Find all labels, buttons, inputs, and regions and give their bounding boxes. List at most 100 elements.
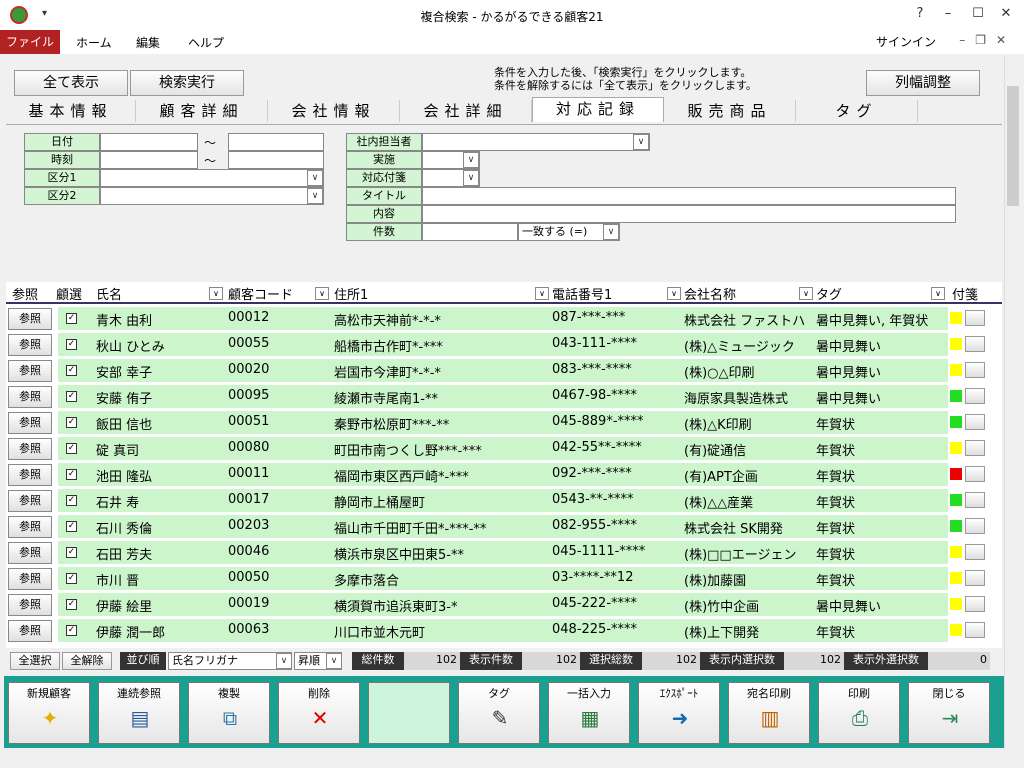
chevron-down-icon[interactable]: ∨ [209,287,223,300]
tab-company-detail[interactable]: 会社詳細 [400,100,532,122]
horizontal-scrollbar[interactable] [0,748,1004,766]
row-checkbox[interactable]: ✓ [66,495,77,506]
chevron-down-icon[interactable]: ∨ [931,287,945,300]
deselect-all-button[interactable]: 全解除 [62,652,112,670]
table-row[interactable]: 参照 ✓ 安藤 侑子 00095 綾瀬市寺尾南1-** 0467-98-**** 海原家具製… [6,384,1002,410]
sticky-button[interactable] [965,466,985,482]
row-checkbox[interactable]: ✓ [66,625,77,636]
ref-button[interactable]: 参照 [8,308,52,330]
column-width-button[interactable]: 列幅調整 [866,70,980,96]
col-code[interactable]: 顧客コード [228,284,293,303]
table-row[interactable]: 参照 ✓ 石川 秀倫 00203 福山市千田町千田*-***-** 082-955-***… [6,514,1002,540]
row-checkbox[interactable]: ✓ [66,313,77,324]
sort-field-select[interactable]: 氏名フリガナ [168,652,292,670]
col-address[interactable]: 住所1 [334,284,368,303]
tab-edit[interactable]: 編集 [136,34,160,51]
chevron-down-icon[interactable]: ∨ [315,287,329,300]
chevron-down-icon[interactable]: ∨ [463,152,479,168]
row-checkbox[interactable]: ✓ [66,339,77,350]
table-row[interactable]: 参照 ✓ 秋山 ひとみ 00055 船橋市古作町*-*** 043-111-**** (株)… [6,332,1002,358]
maximize-button[interactable]: ☐ [968,6,988,21]
table-row[interactable]: 参照 ✓ 伊藤 潤一郎 00063 川口市並木元町 048-225-**** (株)上下開発… [6,618,1002,644]
ref-button[interactable]: 参照 [8,542,52,564]
ref-button[interactable]: 参照 [8,464,52,486]
count-input[interactable] [422,223,518,241]
search-button[interactable]: 検索実行 [130,70,244,96]
table-row[interactable]: 参照 ✓ 伊藤 絵里 00019 横須賀市追浜東町3-* 045-222-**** (株)竹… [6,592,1002,618]
ref-button[interactable]: 参照 [8,516,52,538]
ref-button[interactable]: 参照 [8,438,52,460]
table-row[interactable]: 参照 ✓ 青木 由利 00012 高松市天神前*-*-* 087-***-*** 株式会社 … [6,306,1002,332]
tab-basic-info[interactable]: 基本情報 [6,100,136,122]
table-row[interactable]: 参照 ✓ 安部 幸子 00020 岩国市今津町*-*-* 083-***-**** (株)○… [6,358,1002,384]
table-row[interactable]: 参照 ✓ 池田 隆弘 00011 福岡市東区西戸崎*-*** 092-***-**** (有… [6,462,1002,488]
sticky-button[interactable] [965,440,985,456]
sticky-button[interactable] [965,388,985,404]
close-window-button[interactable]: 閉じる ⇥ [908,682,990,744]
row-checkbox[interactable]: ✓ [66,391,77,402]
chevron-down-icon[interactable]: ∨ [307,170,323,186]
tab-correspondence[interactable]: 対応記録 [532,97,664,122]
row-checkbox[interactable]: ✓ [66,469,77,480]
bulk-input-button[interactable]: 一括入力 ▦ [548,682,630,744]
sticky-button[interactable] [965,544,985,560]
ribbon-window-icons[interactable]: –❐✕ [959,33,1016,47]
tab-file[interactable]: ファイル [0,30,60,54]
time-to-input[interactable] [228,151,324,169]
row-checkbox[interactable]: ✓ [66,573,77,584]
content-input[interactable] [422,205,956,223]
table-row[interactable]: 参照 ✓ 飯田 信也 00051 秦野市松原町***-** 045-889*-**** (株… [6,410,1002,436]
col-tag[interactable]: タグ [816,284,842,303]
sticky-button[interactable] [965,362,985,378]
delete-button[interactable]: 削除 ✕ [278,682,360,744]
show-all-button[interactable]: 全て表示 [14,70,128,96]
duplicate-button[interactable]: 複製 ⧉ [188,682,270,744]
sticky-button[interactable] [965,336,985,352]
row-checkbox[interactable]: ✓ [66,417,77,428]
ref-button[interactable]: 参照 [8,490,52,512]
title-input[interactable] [422,187,956,205]
ref-button[interactable]: 参照 [8,412,52,434]
col-phone[interactable]: 電話番号1 [552,284,612,303]
chevron-down-icon[interactable]: ∨ [326,653,342,669]
row-checkbox[interactable]: ✓ [66,443,77,454]
kubun2-select[interactable] [100,187,324,205]
ref-button[interactable]: 参照 [8,620,52,642]
row-checkbox[interactable]: ✓ [66,547,77,558]
table-row[interactable]: 参照 ✓ 石田 芳夫 00046 横浜市泉区中田東5-** 045-1111-**** (株… [6,540,1002,566]
row-checkbox[interactable]: ✓ [66,599,77,610]
ref-button[interactable]: 参照 [8,360,52,382]
ref-button[interactable]: 参照 [8,568,52,590]
tab-help[interactable]: ヘルプ [188,34,224,51]
ref-button[interactable]: 参照 [8,334,52,356]
table-row[interactable]: 参照 ✓ 石井 寿 00017 静岡市上桶屋町 0543-**-**** (株)△△産業 年賀… [6,488,1002,514]
sticky-button[interactable] [965,596,985,612]
tab-tags[interactable]: タグ [796,100,918,122]
chevron-down-icon[interactable]: ∨ [307,188,323,204]
chevron-down-icon[interactable]: ∨ [799,287,813,300]
select-all-button[interactable]: 全選択 [10,652,60,670]
table-row[interactable]: 参照 ✓ 市川 晋 00050 多摩市落合 03-****-**12 (株)加藤園 年賀状 [6,566,1002,592]
sticky-button[interactable] [965,518,985,534]
sticky-button[interactable] [965,492,985,508]
export-button[interactable]: ｴｸｽﾎﾟｰﾄ ➜ [638,682,720,744]
close-button[interactable]: ✕ [996,6,1016,21]
minimize-button[interactable]: – [938,6,958,21]
scroll-thumb[interactable] [1007,86,1019,206]
col-name[interactable]: 氏名 [96,284,122,303]
tab-home[interactable]: ホーム [76,34,112,51]
sticky-button[interactable] [965,310,985,326]
ref-button[interactable]: 参照 [8,594,52,616]
signin-link[interactable]: サインイン [876,33,936,50]
chevron-down-icon[interactable]: ∨ [276,653,292,669]
sticky-button[interactable] [965,414,985,430]
chevron-down-icon[interactable]: ∨ [535,287,549,300]
chevron-down-icon[interactable]: ∨ [463,170,479,186]
row-checkbox[interactable]: ✓ [66,521,77,532]
help-button[interactable]: ? [910,6,930,21]
date-to-input[interactable] [228,133,324,151]
staff-select[interactable] [422,133,650,151]
tab-customer-detail[interactable]: 顧客詳細 [136,100,268,122]
new-customer-button[interactable]: 新規顧客 ✦ [8,682,90,744]
kubun1-select[interactable] [100,169,324,187]
